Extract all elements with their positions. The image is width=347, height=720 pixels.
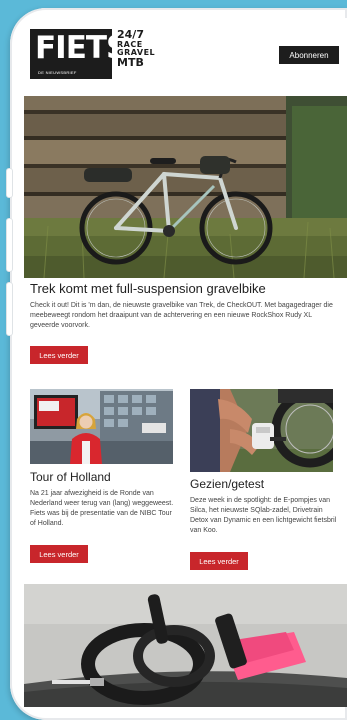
tour-of-holland-read-more-button[interactable]: Lees verder <box>30 545 88 563</box>
tour-of-holland-title[interactable]: Tour of Holland <box>30 470 111 484</box>
hero-read-more-button[interactable]: Lees verder <box>30 346 88 364</box>
hero-text: Check it out! Dit is 'm dan, de nieuwste… <box>30 302 333 329</box>
gezien-getest-text: Deze week in de spotlight: de E-pompjes … <box>190 497 337 534</box>
logo-wordmark: FIETS <box>35 30 128 66</box>
gezien-getest-image[interactable] <box>190 389 333 472</box>
subscribe-button[interactable]: Abonneren <box>279 46 339 64</box>
gezien-getest-read-more-button[interactable]: Lees verder <box>190 552 248 570</box>
phone-side-button <box>6 168 13 198</box>
tour-of-holland-image[interactable] <box>30 389 173 464</box>
phone-volume-down-button <box>6 282 13 336</box>
phone-volume-up-button <box>6 218 13 272</box>
logo-categories: 24/7 RACE GRAVEL MTB <box>117 29 155 69</box>
fiets-logo[interactable]: FIETS DE NIEUWSBRIEF <box>30 29 128 79</box>
newsletter-screen: FIETS DE NIEUWSBRIEF 24/7 RACE GRAVEL MT… <box>24 18 347 707</box>
gezien-getest-title[interactable]: Gezien/getest <box>190 477 264 491</box>
newsletter-header: FIETS DE NIEUWSBRIEF 24/7 RACE GRAVEL MT… <box>24 18 347 95</box>
logo-tag: MTB <box>117 56 144 69</box>
hero-title[interactable]: Trek komt met full-suspension gravelbike <box>30 281 266 296</box>
tour-of-holland-text: Na 21 jaar afwezigheid is de Ronde van N… <box>30 490 174 527</box>
inner-tube-product-image[interactable] <box>24 584 347 707</box>
logo-tagline: DE NIEUWSBRIEF <box>38 70 77 75</box>
hero-bike-image[interactable] <box>24 96 347 278</box>
